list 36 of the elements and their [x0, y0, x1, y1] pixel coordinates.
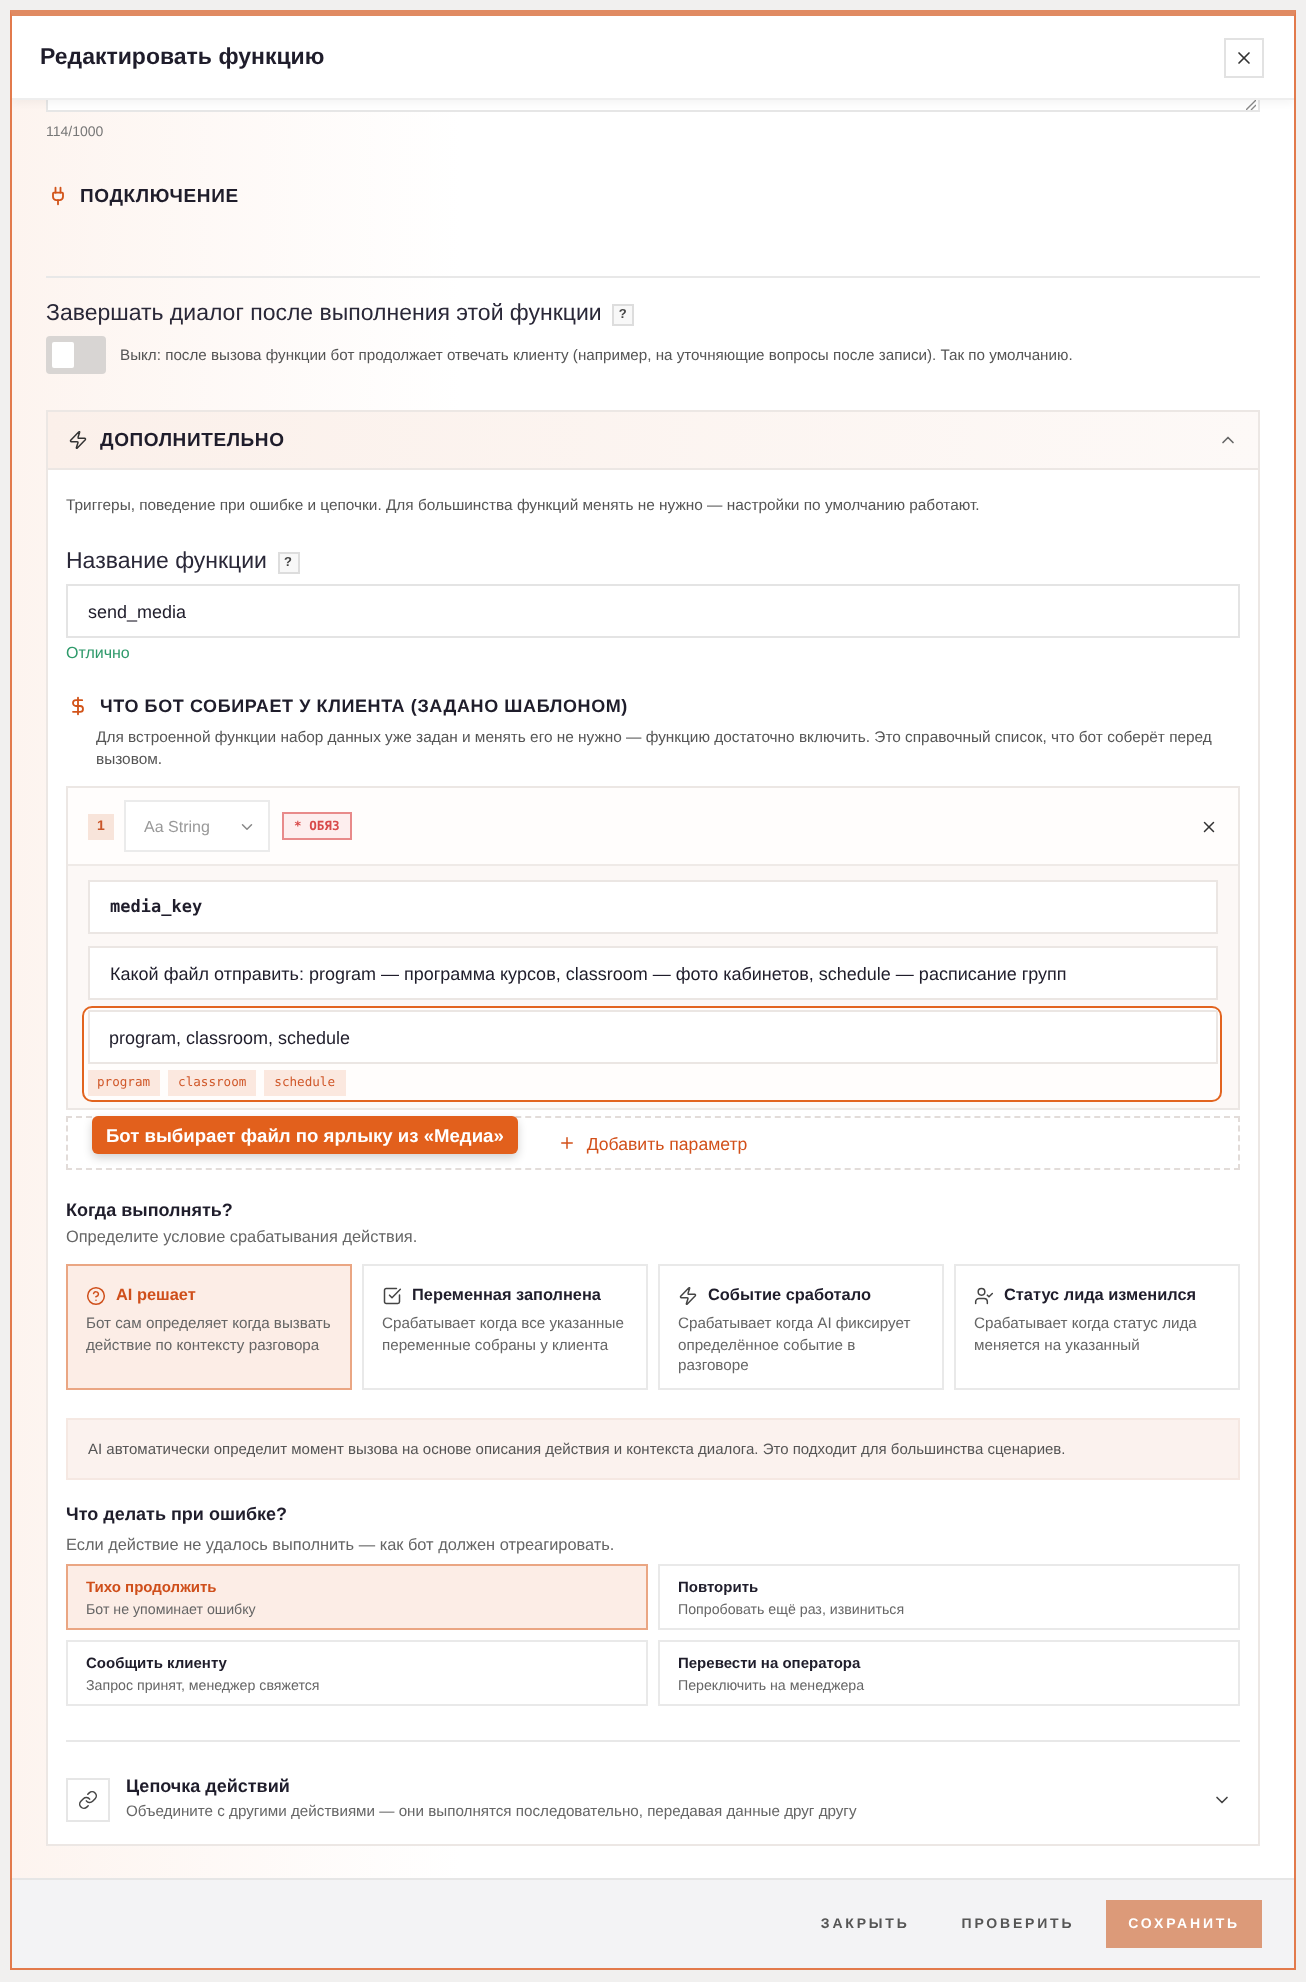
- option-title: Статус лида изменился: [1004, 1286, 1197, 1304]
- link-icon: [66, 1777, 110, 1821]
- parameter-name-input[interactable]: media_key: [88, 880, 1218, 934]
- dialog-title: Редактировать функцию: [40, 45, 325, 69]
- parameter-description-input[interactable]: Какой файл отправить: program — программа курсов, classroom — фото кабинетов, schedule — расписание групп: [88, 946, 1218, 1000]
- close-icon: [1234, 47, 1254, 67]
- chain-title: Цепочка действий: [126, 1774, 292, 1800]
- block-title: Когда выполнять?: [66, 1198, 235, 1224]
- remove-button[interactable]: [1200, 817, 1218, 835]
- function-name-input[interactable]: send_media: [66, 584, 1240, 638]
- end-dialog-toggle[interactable]: [46, 336, 106, 374]
- option-title: AI решает: [116, 1286, 196, 1304]
- checkbox-icon: [382, 1285, 402, 1305]
- option-title: Событие сработало: [708, 1286, 871, 1304]
- field-label: Название функции: [66, 550, 267, 574]
- question-circle-icon: [86, 1285, 106, 1305]
- dollar-icon: [68, 696, 88, 716]
- lightning-icon: [68, 430, 88, 450]
- close-icon: [1200, 817, 1218, 835]
- lightning-icon: [678, 1285, 698, 1305]
- validation-message: Отлично: [66, 644, 132, 664]
- section-title: ЧТО БОТ СОБИРАЕТ У КЛИЕНТА (ЗАДАНО ШАБЛОНОМ): [100, 696, 628, 716]
- values-input[interactable]: program, classroom, schedule: [87, 1010, 1218, 1064]
- block-subtitle: Если действие не удалось выполнить — как бот должен отреагировать.: [66, 1534, 617, 1556]
- user-check-icon: [974, 1285, 994, 1305]
- advanced-section-header[interactable]: ДОПОЛНИТЕЛЬНО: [48, 412, 1258, 470]
- plug-icon: [48, 186, 68, 206]
- block-subtitle: Определите условие срабатывания действия.: [66, 1226, 420, 1248]
- close-button[interactable]: [1224, 37, 1264, 77]
- block-title: Что делать при ошибке?: [66, 1502, 290, 1528]
- tooltip: Бот выбирает файл по ярлыку из «Медиа»: [92, 1116, 518, 1154]
- option-title: Переменная заполнена: [412, 1286, 601, 1304]
- plus-icon: [558, 1134, 577, 1152]
- section-title: ПОДКЛЮЧЕНИЕ: [80, 185, 239, 207]
- resize-grip-icon: [1246, 100, 1256, 110]
- field-label: Завершать диалог после выполнения этой функции: [46, 302, 602, 326]
